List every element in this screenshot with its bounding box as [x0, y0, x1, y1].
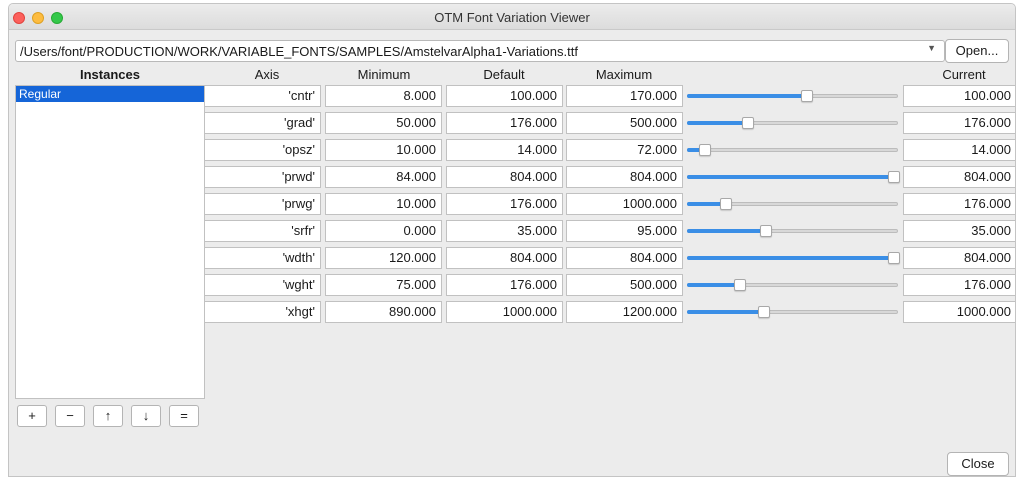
- column-header-maximum: Maximum: [595, 67, 653, 82]
- axis-maximum-field[interactable]: 1200.000: [566, 301, 683, 323]
- axis-default-field[interactable]: 176.000: [446, 274, 563, 296]
- instances-header: Instances: [80, 67, 140, 82]
- axis-row: 'wdth' 120.000 804.000 804.000 804.000: [9, 247, 1015, 269]
- slider-thumb[interactable]: [720, 198, 732, 210]
- axis-default-field[interactable]: 14.000: [446, 139, 563, 161]
- equal-button[interactable]: =: [169, 405, 199, 427]
- axis-tag-field[interactable]: 'opsz': [204, 139, 321, 161]
- axis-current-field[interactable]: 804.000: [903, 247, 1015, 269]
- axis-current-field[interactable]: 100.000: [903, 85, 1015, 107]
- font-path-value: /Users/font/PRODUCTION/WORK/VARIABLE_FON…: [20, 44, 578, 59]
- axis-tag-field[interactable]: 'prwg': [204, 193, 321, 215]
- axis-tag-field[interactable]: 'grad': [204, 112, 321, 134]
- axis-current-field[interactable]: 176.000: [903, 112, 1015, 134]
- axis-slider[interactable]: [687, 139, 899, 161]
- open-button[interactable]: Open...: [945, 39, 1009, 63]
- axis-row: 'prwd' 84.000 804.000 804.000 804.000: [9, 166, 1015, 188]
- axis-current-field[interactable]: 1000.000: [903, 301, 1015, 323]
- title-bar: OTM Font Variation Viewer: [9, 4, 1015, 30]
- slider-thumb[interactable]: [888, 252, 900, 264]
- axis-maximum-field[interactable]: 72.000: [566, 139, 683, 161]
- slider-fill: [687, 175, 894, 179]
- axis-current-field[interactable]: 804.000: [903, 166, 1015, 188]
- axis-minimum-field[interactable]: 120.000: [325, 247, 442, 269]
- slider-fill: [687, 310, 764, 314]
- axis-slider[interactable]: [687, 247, 900, 269]
- axis-default-field[interactable]: 804.000: [446, 247, 563, 269]
- axis-maximum-field[interactable]: 804.000: [566, 166, 683, 188]
- axis-tag-field[interactable]: 'prwd': [204, 166, 321, 188]
- window-title: OTM Font Variation Viewer: [434, 10, 590, 25]
- slider-fill: [687, 283, 740, 287]
- axis-slider[interactable]: [687, 301, 899, 323]
- axis-current-field[interactable]: 176.000: [903, 193, 1015, 215]
- axis-minimum-field[interactable]: 84.000: [325, 166, 442, 188]
- axis-maximum-field[interactable]: 804.000: [566, 247, 683, 269]
- move-down-button[interactable]: ↓: [131, 405, 161, 427]
- axis-slider[interactable]: [687, 112, 899, 134]
- slider-thumb[interactable]: [760, 225, 772, 237]
- axis-tag-field[interactable]: 'xhgt': [204, 301, 321, 323]
- chevron-down-icon[interactable]: ▼: [927, 43, 936, 53]
- axis-maximum-field[interactable]: 500.000: [566, 274, 683, 296]
- axis-default-field[interactable]: 804.000: [446, 166, 563, 188]
- slider-thumb[interactable]: [888, 171, 900, 183]
- axis-row: 'wght' 75.000 176.000 500.000 176.000: [9, 274, 1015, 296]
- axis-minimum-field[interactable]: 50.000: [325, 112, 442, 134]
- column-header-current: Current: [942, 67, 986, 82]
- axis-tag-field[interactable]: 'wdth': [204, 247, 321, 269]
- column-header-default: Default: [483, 67, 525, 82]
- slider-thumb[interactable]: [699, 144, 711, 156]
- slider-fill: [687, 94, 807, 98]
- slider-track: [687, 148, 898, 152]
- axis-default-field[interactable]: 100.000: [446, 85, 563, 107]
- axis-slider[interactable]: [687, 274, 899, 296]
- axis-tag-field[interactable]: 'srfr': [204, 220, 321, 242]
- axis-minimum-field[interactable]: 75.000: [325, 274, 442, 296]
- move-up-button[interactable]: ↑: [93, 405, 123, 427]
- axis-minimum-field[interactable]: 890.000: [325, 301, 442, 323]
- axis-default-field[interactable]: 176.000: [446, 193, 563, 215]
- close-button[interactable]: Close: [947, 452, 1009, 476]
- app-window: OTM Font Variation Viewer /Users/font/PR…: [8, 3, 1016, 477]
- slider-thumb[interactable]: [758, 306, 770, 318]
- axis-maximum-field[interactable]: 500.000: [566, 112, 683, 134]
- font-path-combobox[interactable]: /Users/font/PRODUCTION/WORK/VARIABLE_FON…: [15, 40, 945, 62]
- slider-thumb[interactable]: [801, 90, 813, 102]
- axis-current-field[interactable]: 14.000: [903, 139, 1015, 161]
- slider-fill: [687, 256, 894, 260]
- axis-minimum-field[interactable]: 10.000: [325, 139, 442, 161]
- axis-maximum-field[interactable]: 170.000: [566, 85, 683, 107]
- axis-slider[interactable]: [687, 166, 900, 188]
- axis-maximum-field[interactable]: 95.000: [566, 220, 683, 242]
- axis-current-field[interactable]: 176.000: [903, 274, 1015, 296]
- axis-row: 'opsz' 10.000 14.000 72.000 14.000: [9, 139, 1015, 161]
- slider-fill: [687, 229, 766, 233]
- axis-row: 'xhgt' 890.000 1000.000 1200.000 1000.000: [9, 301, 1015, 323]
- add-instance-button[interactable]: +: [17, 405, 47, 427]
- axis-tag-field[interactable]: 'wght': [204, 274, 321, 296]
- slider-thumb[interactable]: [734, 279, 746, 291]
- axis-slider[interactable]: [687, 220, 899, 242]
- axis-row: 'grad' 50.000 176.000 500.000 176.000: [9, 112, 1015, 134]
- remove-instance-button[interactable]: −: [55, 405, 85, 427]
- axis-row: 'prwg' 10.000 176.000 1000.000 176.000: [9, 193, 1015, 215]
- axis-minimum-field[interactable]: 8.000: [325, 85, 442, 107]
- axis-current-field[interactable]: 35.000: [903, 220, 1015, 242]
- axis-slider[interactable]: [687, 193, 899, 215]
- axis-tag-field[interactable]: 'cntr': [204, 85, 321, 107]
- column-header-minimum: Minimum: [357, 67, 411, 82]
- axis-default-field[interactable]: 176.000: [446, 112, 563, 134]
- slider-thumb[interactable]: [742, 117, 754, 129]
- axis-default-field[interactable]: 1000.000: [446, 301, 563, 323]
- slider-fill: [687, 121, 748, 125]
- axis-slider[interactable]: [687, 85, 899, 107]
- column-header-axis: Axis: [254, 67, 280, 82]
- axis-minimum-field[interactable]: 0.000: [325, 220, 442, 242]
- axis-minimum-field[interactable]: 10.000: [325, 193, 442, 215]
- axis-maximum-field[interactable]: 1000.000: [566, 193, 683, 215]
- axis-default-field[interactable]: 35.000: [446, 220, 563, 242]
- axis-row: 'srfr' 0.000 35.000 95.000 35.000: [9, 220, 1015, 242]
- axis-row: 'cntr' 8.000 100.000 170.000 100.000: [9, 85, 1015, 107]
